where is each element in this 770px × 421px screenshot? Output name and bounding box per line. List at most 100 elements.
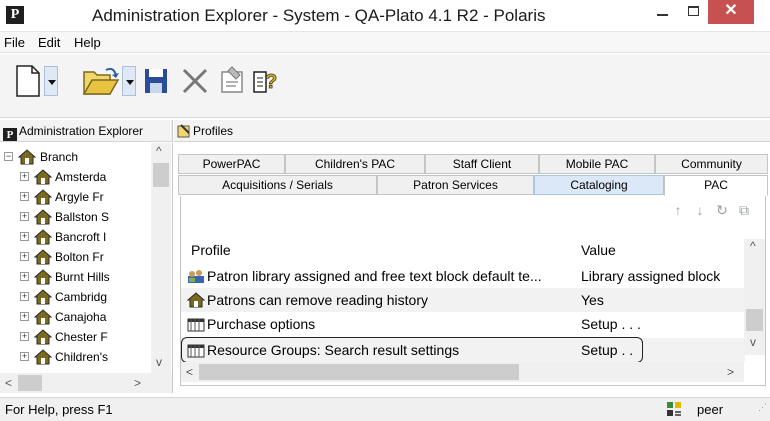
profile-cell: Purchase options	[187, 312, 577, 336]
tab-powerpac[interactable]: PowerPAC	[178, 154, 285, 174]
move-down-icon[interactable]: ↓	[689, 202, 711, 218]
help-icon[interactable]: ?	[252, 64, 282, 98]
tab-cataloging[interactable]: Cataloging	[534, 175, 664, 195]
expand-toggle[interactable]: +	[20, 272, 29, 281]
svg-text:?: ?	[265, 71, 277, 93]
left-pane-title: Administration Explorer	[19, 124, 144, 138]
minimize-button[interactable]	[647, 0, 677, 24]
tab-community[interactable]: Community	[655, 154, 768, 174]
app-icon[interactable]: P	[6, 6, 24, 24]
column-profile[interactable]: Profile	[191, 239, 231, 261]
tab-staff-client[interactable]: Staff Client	[425, 154, 539, 174]
tab-mobile-pac[interactable]: Mobile PAC	[539, 154, 655, 174]
expand-toggle[interactable]: +	[20, 192, 29, 201]
scroll-up-icon[interactable]: ^	[750, 239, 756, 253]
close-button[interactable]: ✕	[708, 0, 754, 24]
refresh-icon[interactable]: ↻	[711, 202, 733, 219]
house-icon	[34, 269, 52, 285]
collapse-toggle[interactable]: −	[4, 152, 13, 161]
grid-horizontal-scrollbar[interactable]: < >	[181, 362, 744, 382]
expand-toggle[interactable]: +	[20, 232, 29, 241]
scroll-up-icon[interactable]: ^	[156, 144, 162, 158]
new-document-icon[interactable]	[14, 64, 42, 98]
properties-icon[interactable]	[218, 64, 246, 98]
open-dropdown-arrow[interactable]	[122, 66, 136, 96]
house-icon	[34, 349, 52, 365]
window-title: Administration Explorer - System - QA-Pl…	[92, 6, 546, 25]
profile-cell: Patron library assigned and free text bl…	[187, 264, 577, 288]
tree-label: Bancroft I	[55, 230, 107, 244]
tree-label: Amsterda	[55, 170, 107, 184]
menu-edit[interactable]: Edit	[38, 35, 60, 50]
tab-pac[interactable]: PAC	[664, 175, 768, 196]
minimize-icon	[656, 14, 668, 16]
house-icon	[34, 229, 52, 245]
branch-tree[interactable]: − Branch + Amsterda + Argyle Fr + Ballston S +…	[0, 143, 173, 393]
status-bar: For Help, press F1 peer ⋰	[0, 397, 770, 421]
toolbar: ?	[0, 54, 770, 118]
grid-vertical-scrollbar[interactable]: ^ v	[744, 239, 765, 355]
scroll-down-icon[interactable]: v	[750, 335, 756, 349]
polaris-icon: P	[3, 128, 17, 141]
expand-toggle[interactable]: +	[20, 212, 29, 221]
save-icon[interactable]	[143, 64, 169, 98]
menu-bar: File Edit Help	[0, 32, 770, 53]
tree-label: Canajoha	[55, 310, 107, 324]
selection-highlight	[181, 337, 643, 363]
tree-label: Burnt Hills	[55, 270, 110, 284]
table-row[interactable]: Purchase options Setup . . .	[181, 312, 745, 336]
value-cell: Setup . . .	[581, 316, 641, 332]
users-icon	[188, 270, 204, 283]
expand-toggle[interactable]: +	[20, 172, 29, 181]
expand-toggle[interactable]: +	[20, 332, 29, 341]
tree-label: Branch	[40, 150, 79, 164]
tree-label: Children's	[55, 350, 108, 364]
tree-vertical-scrollbar[interactable]: ^ v	[151, 143, 171, 373]
scroll-thumb[interactable]	[746, 309, 763, 331]
right-pane-header: Profiles	[174, 120, 770, 142]
maximize-button[interactable]	[678, 0, 708, 24]
scroll-thumb[interactable]	[18, 375, 42, 391]
tab-patron-services[interactable]: Patron Services	[377, 175, 534, 195]
expand-toggle[interactable]: +	[20, 312, 29, 321]
scroll-thumb[interactable]	[153, 163, 169, 187]
title-bar: P Administration Explorer - System - QA-…	[0, 0, 770, 32]
new-dropdown-arrow[interactable]	[44, 66, 58, 96]
scroll-right-icon[interactable]: >	[727, 365, 734, 379]
row-actions: ↑ ↓ ↻ ⧉	[667, 202, 755, 222]
expand-toggle[interactable]: +	[20, 252, 29, 261]
expand-toggle[interactable]: +	[20, 292, 29, 301]
grid-header: Profile Value	[189, 239, 749, 261]
properties-icon[interactable]: ⧉	[733, 202, 755, 219]
house-icon	[34, 249, 52, 265]
tab-acquisitions-serials[interactable]: Acquisitions / Serials	[178, 175, 377, 195]
status-user: peer	[697, 402, 724, 417]
table-row[interactable]: Patron library assigned and free text bl…	[181, 264, 745, 288]
menu-help[interactable]: Help	[74, 35, 101, 50]
column-value[interactable]: Value	[581, 239, 616, 261]
move-up-icon[interactable]: ↑	[667, 202, 689, 218]
house-icon	[34, 189, 52, 205]
house-icon	[34, 309, 52, 325]
profile-tabs: PowerPAC Children's PAC Staff Client Mob…	[178, 154, 768, 196]
tree-horizontal-scrollbar[interactable]: < >	[0, 373, 172, 393]
scroll-right-icon[interactable]: >	[134, 376, 141, 390]
scroll-left-icon[interactable]: <	[186, 365, 193, 379]
resize-grip-icon[interactable]: ⋰	[758, 396, 767, 418]
scroll-thumb[interactable]	[199, 364, 519, 380]
house-icon	[34, 209, 52, 225]
scroll-left-icon[interactable]: <	[5, 376, 12, 390]
tree-label: Cambridg	[55, 290, 108, 304]
open-folder-icon[interactable]	[82, 64, 122, 98]
profiles-content: ↑ ↓ ↻ ⧉ Profile Value Patron library assign…	[180, 196, 766, 386]
table-row[interactable]: Patrons can remove reading history Yes	[181, 288, 745, 312]
menu-file[interactable]: File	[4, 35, 25, 50]
tree-label: Argyle Fr	[55, 190, 104, 204]
scroll-down-icon[interactable]: v	[156, 355, 162, 369]
tree-label: Bolton Fr	[55, 250, 104, 264]
house-icon	[34, 329, 52, 345]
tab-childrens-pac[interactable]: Children's PAC	[285, 154, 425, 174]
delete-icon[interactable]	[180, 64, 210, 98]
expand-toggle[interactable]: +	[20, 352, 29, 361]
profile-cell: Patrons can remove reading history	[187, 288, 577, 312]
